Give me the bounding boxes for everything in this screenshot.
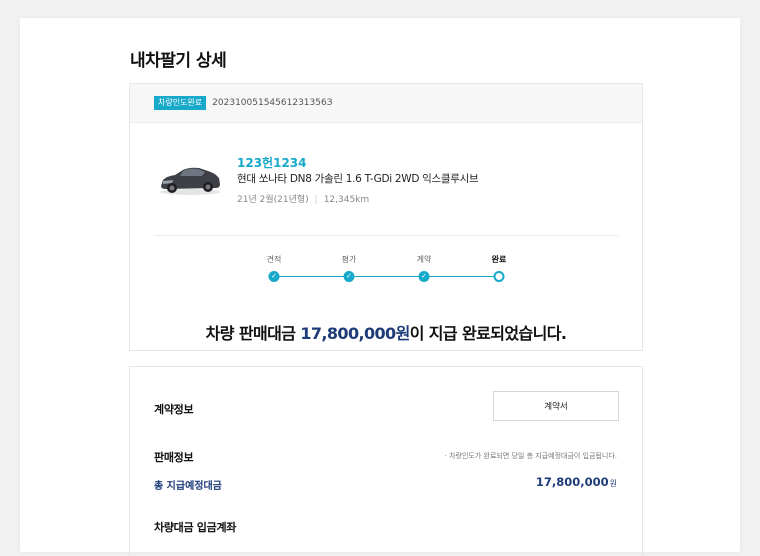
completion-prefix: 차량 판매대금 [205,324,301,343]
total-payment-value: 17,800,000원 [536,475,617,489]
plate-number: 123헌1234 [237,156,307,170]
progress-steps: 견적 평가 계약 완료 ✓ ✓ ✓ [130,254,642,294]
deposit-account-title: 차량대금 입금계좌 [154,521,237,534]
contract-document-button[interactable]: 계약서 [493,391,619,421]
step-label-complete: 완료 [491,255,507,264]
order-number: 20231005154561231356З [212,98,333,108]
completion-suffix: 이 지급 완료되었습니다. [409,324,567,343]
payment-note: · 차량인도가 완료되면 당일 총 지급예정대금이 입금됩니다. [444,452,617,460]
completion-amount: 17,800,000원 [300,324,410,343]
vehicle-year: 21년 2월(21년형) [237,195,309,205]
vehicle-summary: 123헌1234 현대 쏘나타 DN8 가솔린 1.6 T-GDi 2WD 익스… [130,123,642,235]
completion-message: 차량 판매대금 17,800,000원이 지급 완료되었습니다. [130,320,642,344]
check-icon: ✓ [343,271,355,282]
sale-info-title: 판매정보 [154,451,194,464]
section-divider [154,235,618,236]
total-amount: 17,800,000 [535,475,609,489]
progress-line [274,276,499,277]
current-step-icon [493,271,505,282]
step-label-estimate: 견적 [266,255,282,264]
detail-page: 내차팔기 상세 차량인도완료 20231005154561231356З 123… [20,18,740,556]
check-icon: ✓ [418,271,430,282]
order-header: 차량인도완료 20231005154561231356З [130,84,642,123]
total-payment-label: 총 지급예정대금 [154,481,222,492]
check-icon: ✓ [268,271,280,282]
vehicle-mileage: 12,345km [323,195,370,205]
order-card: 차량인도완료 20231005154561231356З 123헌1234 현대… [129,83,643,351]
step-label-contract: 계약 [416,255,432,264]
vehicle-model: 현대 쏘나타 DN8 가솔린 1.6 T-GDi 2WD 익스클루시브 [237,173,479,185]
status-badge: 차량인도완료 [154,96,207,110]
contract-info-title: 계약정보 [154,403,194,416]
meta-divider: | [314,195,318,205]
info-card: 계약정보 계약서 판매정보 · 차량인도가 완료되면 당일 총 지급예정대금이 … [129,366,643,556]
vehicle-meta: 21년 2월(21년형) | 12,345km [237,192,369,205]
page-title: 내차팔기 상세 [130,51,227,71]
step-label-evaluation: 평가 [341,255,357,264]
car-image [160,167,220,195]
total-unit: 원 [609,479,617,488]
